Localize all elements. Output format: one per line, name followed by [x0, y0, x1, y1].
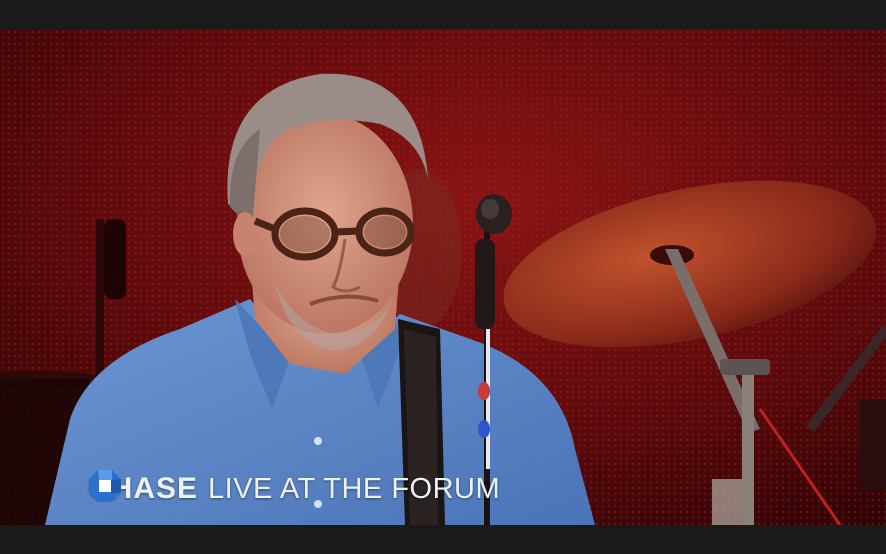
cymbal-stand-clamp: [720, 359, 770, 375]
concert-scene: [0, 29, 886, 525]
blue-marker: [478, 420, 490, 438]
red-marker: [478, 382, 490, 400]
show-title: LIVE AT THE FORUM: [208, 472, 501, 505]
left-mic-stand: [96, 219, 104, 379]
chase-octagon-logo-icon: [89, 470, 121, 502]
shirt-button: [314, 437, 322, 445]
video-frame[interactable]: CHASE LIVE AT THE FORUM: [0, 29, 886, 525]
letterbox-top: [0, 0, 886, 29]
right-mic: [860, 399, 886, 489]
letterbox-bottom: [0, 525, 886, 554]
cymbal-stand-pole: [742, 369, 754, 525]
left-mic: [104, 219, 126, 299]
stand-base: [712, 479, 742, 525]
mic-clip: [475, 239, 495, 329]
performer-ear: [233, 212, 257, 256]
broadcast-overlay: CHASE LIVE AT THE FORUM: [88, 469, 500, 509]
